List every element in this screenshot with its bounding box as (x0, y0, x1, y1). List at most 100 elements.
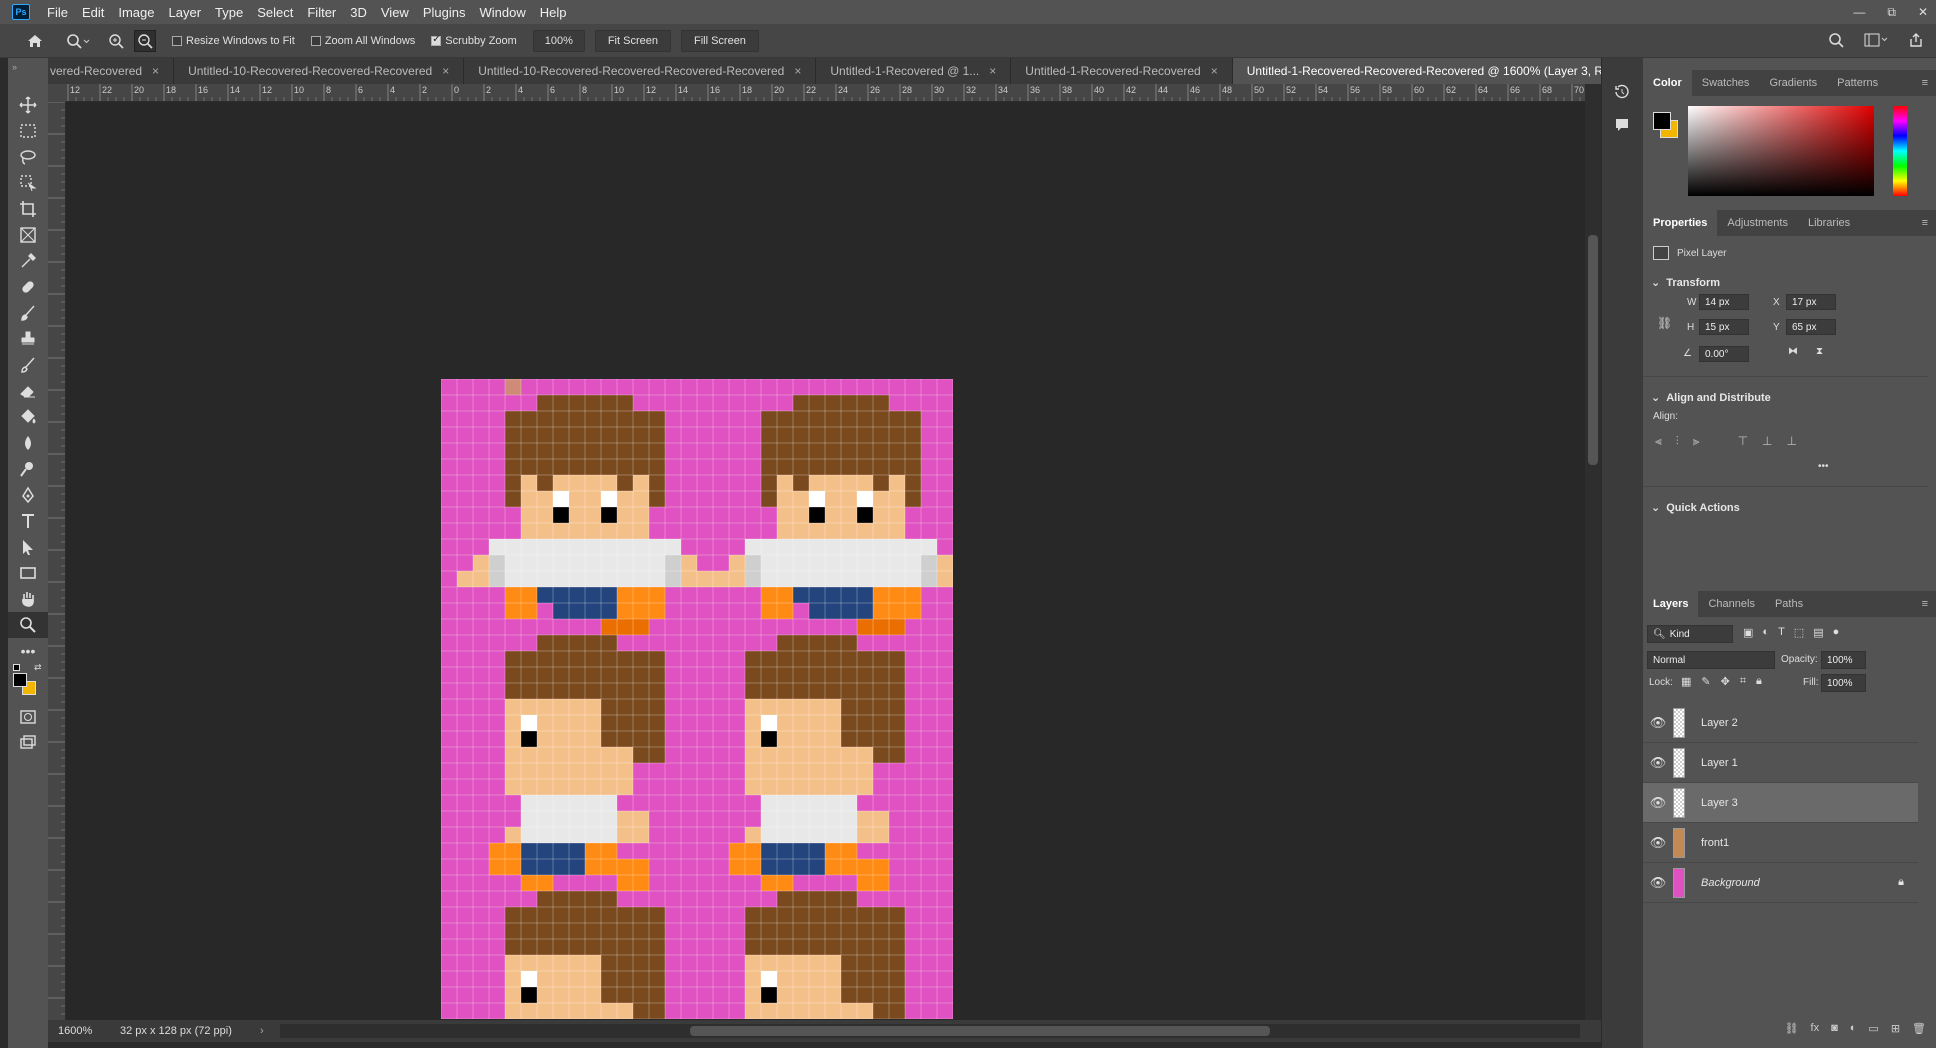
lasso-tool-icon[interactable] (8, 144, 48, 170)
tab-properties[interactable]: Properties (1643, 210, 1718, 236)
tab-adjustments[interactable]: Adjustments (1717, 210, 1798, 236)
flip-vertical-icon[interactable]: ⧗ (1816, 346, 1823, 357)
zoom-tool-active-icon[interactable] (8, 612, 48, 638)
tab-paths[interactable]: Paths (1765, 591, 1813, 617)
tab-color[interactable]: Color (1643, 70, 1692, 96)
filter-shape-icon[interactable]: ⬚ (1794, 626, 1804, 639)
menu-image[interactable]: Image (111, 5, 161, 20)
document-tab[interactable]: vered-Recovered × (48, 58, 175, 84)
document-tab[interactable]: Untitled-10-Recovered-Recovered-Recovere… (174, 58, 465, 84)
menu-select[interactable]: Select (250, 5, 300, 20)
dodge-tool-icon[interactable] (8, 456, 48, 482)
menu-layer[interactable]: Layer (162, 5, 209, 20)
visibility-eye-icon[interactable]: 👁︎ (1643, 795, 1673, 811)
filter-smart-object-icon[interactable]: ▤ (1813, 626, 1823, 639)
screen-mode-icon[interactable] (8, 730, 48, 756)
new-adjustment-icon[interactable]: ◐ (1850, 1022, 1857, 1034)
menu-view[interactable]: View (374, 5, 416, 20)
menu-filter[interactable]: Filter (300, 5, 343, 20)
object-select-tool-icon[interactable] (8, 170, 48, 196)
scrubby-zoom-checkbox[interactable]: Scrubby Zoom (431, 34, 517, 47)
document-tab[interactable]: Untitled-10-Recovered-Recovered-Recovere… (464, 58, 817, 84)
height-field[interactable]: 15 px (1699, 319, 1749, 335)
zoom-out-icon[interactable] (134, 29, 156, 52)
eraser-tool-icon[interactable] (8, 378, 48, 404)
horizontal-scroll-thumb[interactable] (690, 1026, 1270, 1036)
color-swatches[interactable]: ⇄ (8, 662, 48, 704)
y-field[interactable]: 65 px (1786, 319, 1836, 335)
visibility-eye-icon[interactable]: 👁︎ (1643, 755, 1673, 771)
zoom-in-icon[interactable] (108, 33, 124, 49)
zoom-level[interactable]: 1600% (48, 1025, 120, 1037)
panel-menu-icon[interactable]: ≡ (1922, 598, 1936, 610)
link-icon[interactable]: ⛓ (1657, 316, 1672, 330)
zoom-all-checkbox[interactable]: Zoom All Windows (310, 35, 415, 47)
fit-screen-button[interactable]: Fit Screen (594, 29, 671, 52)
zoom-tool-icon[interactable] (66, 33, 90, 49)
frame-tool-icon[interactable] (8, 222, 48, 248)
align-bottom-icon[interactable]: ⊥ (1786, 434, 1796, 449)
type-tool-icon[interactable] (8, 508, 48, 534)
delete-layer-icon[interactable]: 🗑︎ (1912, 1022, 1926, 1035)
menu-edit[interactable]: Edit (75, 5, 111, 20)
crop-tool-icon[interactable] (8, 196, 48, 222)
pen-tool-icon[interactable] (8, 482, 48, 508)
history-brush-tool-icon[interactable] (8, 352, 48, 378)
zoom-value-field[interactable]: 100% (532, 29, 585, 52)
flip-horizontal-icon[interactable]: ⧓ (1788, 346, 1798, 357)
align-center-icon[interactable]: ⫶ (1676, 434, 1679, 449)
document-tab[interactable]: Untitled-1-Recovered-Recovered × (1011, 58, 1233, 84)
history-icon[interactable] (1602, 58, 1643, 105)
more-options-icon[interactable]: ••• (1818, 461, 1829, 472)
swap-colors-icon[interactable]: ⇄ (34, 662, 42, 673)
layer-row-selected[interactable]: 👁︎ Layer 3 (1643, 783, 1918, 823)
tab-swatches[interactable]: Swatches (1692, 70, 1760, 96)
tab-libraries[interactable]: Libraries (1798, 210, 1860, 236)
align-right-icon[interactable]: ⫸ (1693, 434, 1700, 449)
move-tool-icon[interactable] (8, 92, 48, 118)
pixel-art-canvas[interactable] (441, 379, 953, 1019)
transform-section-header[interactable]: ⌄ Transform (1643, 276, 1720, 290)
tab-layers[interactable]: Layers (1643, 591, 1699, 617)
filter-adjustment-icon[interactable]: ◐ (1762, 626, 1769, 639)
add-mask-icon[interactable]: ◙ (1831, 1022, 1838, 1034)
layer-row[interactable]: 👁︎ Background 🔒︎ (1643, 863, 1918, 903)
resize-windows-checkbox[interactable]: Resize Windows to Fit (172, 35, 295, 47)
search-icon[interactable] (1828, 32, 1844, 51)
tab-close-icon[interactable]: × (442, 64, 449, 78)
align-middle-icon[interactable]: ⊥ (1762, 434, 1772, 449)
restore-icon[interactable]: ⧉ (1887, 5, 1896, 20)
opacity-field[interactable]: 100% (1821, 651, 1866, 669)
align-section-header[interactable]: ⌄ Align and Distribute (1643, 391, 1771, 405)
layer-row[interactable]: 👁︎ Layer 2 (1643, 703, 1918, 743)
menu-file[interactable]: File (40, 5, 75, 20)
fx-icon[interactable]: fx (1811, 1022, 1820, 1034)
lock-position-icon[interactable]: ✥ (1721, 675, 1730, 688)
align-left-icon[interactable]: ⫷ (1655, 434, 1662, 449)
align-top-icon[interactable]: ⊤ (1738, 434, 1748, 449)
minimize-icon[interactable]: — (1853, 5, 1865, 19)
paint-bucket-tool-icon[interactable] (8, 404, 48, 430)
layer-row[interactable]: 👁︎ Layer 1 (1643, 743, 1918, 783)
hand-tool-icon[interactable] (8, 586, 48, 612)
default-colors-icon[interactable] (13, 664, 20, 671)
bg-color-chip[interactable] (1653, 112, 1671, 130)
workspace-icon[interactable] (1864, 33, 1888, 50)
blend-mode-dropdown[interactable]: Normal (1647, 651, 1775, 669)
color-spectrum-field[interactable] (1688, 106, 1874, 196)
path-selection-tool-icon[interactable] (8, 534, 48, 560)
tab-close-icon[interactable]: × (152, 64, 159, 78)
marquee-tool-icon[interactable] (8, 118, 48, 144)
menu-type[interactable]: Type (208, 5, 250, 20)
tab-channels[interactable]: Channels (1698, 591, 1764, 617)
visibility-eye-icon[interactable]: 👁︎ (1643, 835, 1673, 851)
visibility-eye-icon[interactable]: 👁︎ (1643, 875, 1673, 891)
panel-menu-icon[interactable]: ≡ (1922, 77, 1936, 89)
quick-mask-icon[interactable] (8, 704, 48, 730)
vertical-scroll-thumb[interactable] (1588, 235, 1598, 465)
tab-gradients[interactable]: Gradients (1759, 70, 1827, 96)
tab-close-icon[interactable]: × (794, 64, 801, 78)
tab-close-icon[interactable]: × (989, 64, 996, 78)
width-field[interactable]: 14 px (1699, 294, 1749, 310)
lock-artboard-icon[interactable]: ⌗ (1740, 675, 1746, 688)
